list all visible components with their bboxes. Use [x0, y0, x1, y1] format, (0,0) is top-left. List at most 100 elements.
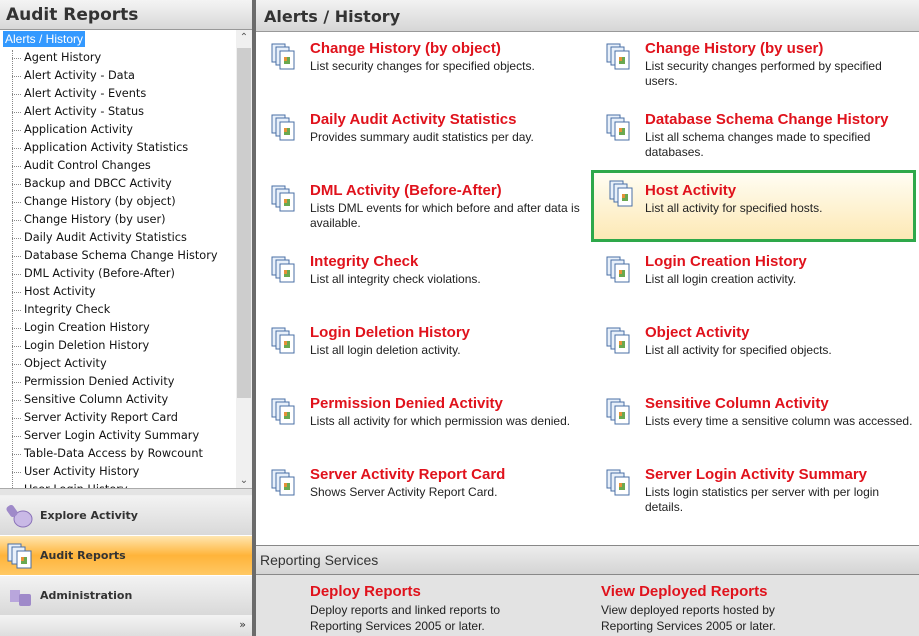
reports-icon	[7, 543, 32, 569]
report-icon	[606, 256, 630, 283]
report-title[interactable]: Object Activity	[645, 324, 916, 341]
scroll-up-icon[interactable]: ⌃	[236, 32, 252, 43]
page-title: Alerts / History	[256, 0, 919, 32]
report-icon	[271, 327, 295, 354]
report-card[interactable]: Login Deletion History List all login del…	[256, 320, 581, 386]
report-desc: Lists login statistics per server with p…	[645, 485, 880, 514]
report-card[interactable]: Database Schema Change History List all s…	[591, 107, 916, 173]
tree-item[interactable]: User Activity History	[12, 463, 139, 481]
report-icon	[606, 114, 630, 141]
report-card[interactable]: Server Activity Report Card Shows Server …	[256, 462, 581, 528]
tree-item[interactable]: Alert Activity - Status	[12, 103, 144, 121]
tree-item[interactable]: Login Creation History	[12, 319, 150, 337]
tree-item[interactable]: DML Activity (Before-After)	[12, 265, 175, 283]
report-card[interactable]: Host Activity List all activity for speci…	[591, 170, 916, 242]
rs-title[interactable]: Deploy Reports	[310, 583, 530, 600]
report-title[interactable]: Host Activity	[645, 182, 913, 199]
report-title[interactable]: Login Creation History	[645, 253, 916, 270]
report-desc: List all login creation activity.	[645, 272, 797, 286]
report-card[interactable]: Integrity Check List all integrity check …	[256, 249, 581, 315]
report-card[interactable]: Change History (by object) List security …	[256, 36, 581, 102]
nav-more-icon[interactable]: »	[239, 618, 246, 631]
rs-desc: View deployed reports hosted by Reportin…	[601, 603, 776, 633]
report-title[interactable]: Database Schema Change History	[645, 111, 916, 128]
rs-desc: Deploy reports and linked reports to Rep…	[310, 603, 501, 633]
tree-item[interactable]: Daily Audit Activity Statistics	[12, 229, 187, 247]
rs-title[interactable]: View Deployed Reports	[601, 583, 821, 600]
report-title[interactable]: Login Deletion History	[310, 324, 581, 341]
report-title[interactable]: Change History (by user)	[645, 40, 916, 57]
tree-item[interactable]: Permission Denied Activity	[12, 373, 174, 391]
report-title[interactable]: Sensitive Column Activity	[645, 395, 916, 412]
report-card[interactable]: Object Activity List all activity for spe…	[591, 320, 916, 386]
tree-item[interactable]: Login Deletion History	[12, 337, 149, 355]
nav-footer: »	[0, 615, 252, 636]
report-desc: List security changes performed by speci…	[645, 59, 882, 88]
report-title[interactable]: Server Activity Report Card	[310, 466, 581, 483]
nav-administration[interactable]: Administration	[0, 576, 252, 616]
tree-item[interactable]: Alert Activity - Events	[12, 85, 146, 103]
tree-item[interactable]: Agent History	[12, 49, 101, 67]
tree-item[interactable]: Object Activity	[12, 355, 107, 373]
report-desc: Lists every time a sensitive column was …	[645, 414, 913, 428]
scroll-thumb[interactable]	[237, 48, 251, 398]
tree-root-alerts-history[interactable]: Alerts / History	[3, 31, 86, 47]
tree-item[interactable]: Server Activity Report Card	[12, 409, 178, 427]
report-icon	[271, 469, 295, 496]
report-desc: List security changes for specified obje…	[310, 59, 535, 73]
report-title[interactable]: Server Login Activity Summary	[645, 466, 916, 483]
report-title[interactable]: Integrity Check	[310, 253, 581, 270]
deploy-reports-link[interactable]: Deploy Reports Deploy reports and linked…	[310, 583, 530, 634]
tree-item[interactable]: Application Activity	[12, 121, 133, 139]
report-icon	[271, 43, 295, 70]
report-title[interactable]: Permission Denied Activity	[310, 395, 581, 412]
tree-item[interactable]: User Login History	[12, 481, 128, 488]
left-panel: Audit Reports Alerts / History Agent His…	[0, 0, 252, 636]
report-icon	[609, 180, 633, 207]
report-title[interactable]: Change History (by object)	[310, 40, 581, 57]
report-card[interactable]: Login Creation History List all login cre…	[591, 249, 916, 315]
tree-item[interactable]: Table-Data Access by Rowcount	[12, 445, 203, 463]
main-panel: Alerts / History Change History (by obje…	[256, 0, 919, 636]
report-card[interactable]: Server Login Activity Summary Lists login…	[591, 462, 916, 528]
tree-item[interactable]: Audit Control Changes	[12, 157, 151, 175]
report-title[interactable]: Daily Audit Activity Statistics	[310, 111, 581, 128]
splitter-handle[interactable]	[0, 488, 252, 495]
nav-explore-activity[interactable]: Explore Activity	[0, 496, 252, 536]
report-icon	[271, 114, 295, 141]
report-icon	[271, 398, 295, 425]
report-desc: Lists all activity for which permission …	[310, 414, 571, 428]
report-icon	[606, 43, 630, 70]
tree-scrollbar[interactable]: ⌃ ⌄	[236, 30, 252, 488]
tree-item[interactable]: Backup and DBCC Activity	[12, 175, 172, 193]
tree-item[interactable]: Change History (by user)	[12, 211, 166, 229]
view-deployed-reports-link[interactable]: View Deployed Reports View deployed repo…	[601, 583, 821, 634]
report-icon	[606, 398, 630, 425]
reporting-services-header: Reporting Services	[256, 545, 919, 575]
tree-item[interactable]: Alert Activity - Data	[12, 67, 135, 85]
report-desc: Provides summary audit statistics per da…	[310, 130, 534, 144]
report-desc: List all login deletion activity.	[310, 343, 461, 357]
tree-item[interactable]: Application Activity Statistics	[12, 139, 188, 157]
report-card[interactable]: Sensitive Column Activity Lists every tim…	[591, 391, 916, 457]
scroll-down-icon[interactable]: ⌄	[236, 475, 252, 486]
report-title[interactable]: DML Activity (Before-After)	[310, 182, 581, 199]
report-card[interactable]: Permission Denied Activity Lists all acti…	[256, 391, 581, 457]
report-card[interactable]: Daily Audit Activity Statistics Provides …	[256, 107, 581, 173]
report-desc: List all activity for specified hosts.	[645, 201, 823, 215]
report-desc: Shows Server Activity Report Card.	[310, 485, 498, 499]
nav-audit-reports[interactable]: Audit Reports	[0, 536, 252, 576]
tree-item[interactable]: Database Schema Change History	[12, 247, 218, 265]
tree-item[interactable]: Change History (by object)	[12, 193, 176, 211]
flashlight-icon	[6, 504, 33, 528]
report-icon	[271, 256, 295, 283]
tree-item[interactable]: Host Activity	[12, 283, 96, 301]
report-card[interactable]: Change History (by user) List security ch…	[591, 36, 916, 102]
tree-item[interactable]: Sensitive Column Activity	[12, 391, 168, 409]
report-card[interactable]: DML Activity (Before-After) Lists DML eve…	[256, 178, 581, 244]
tree-item[interactable]: Integrity Check	[12, 301, 110, 319]
report-desc: List all integrity check violations.	[310, 272, 481, 286]
tree-item[interactable]: Server Login Activity Summary	[12, 427, 199, 445]
report-desc: List all schema changes made to specifie…	[645, 130, 871, 159]
reporting-services-section: Deploy Reports Deploy reports and linked…	[256, 575, 919, 636]
